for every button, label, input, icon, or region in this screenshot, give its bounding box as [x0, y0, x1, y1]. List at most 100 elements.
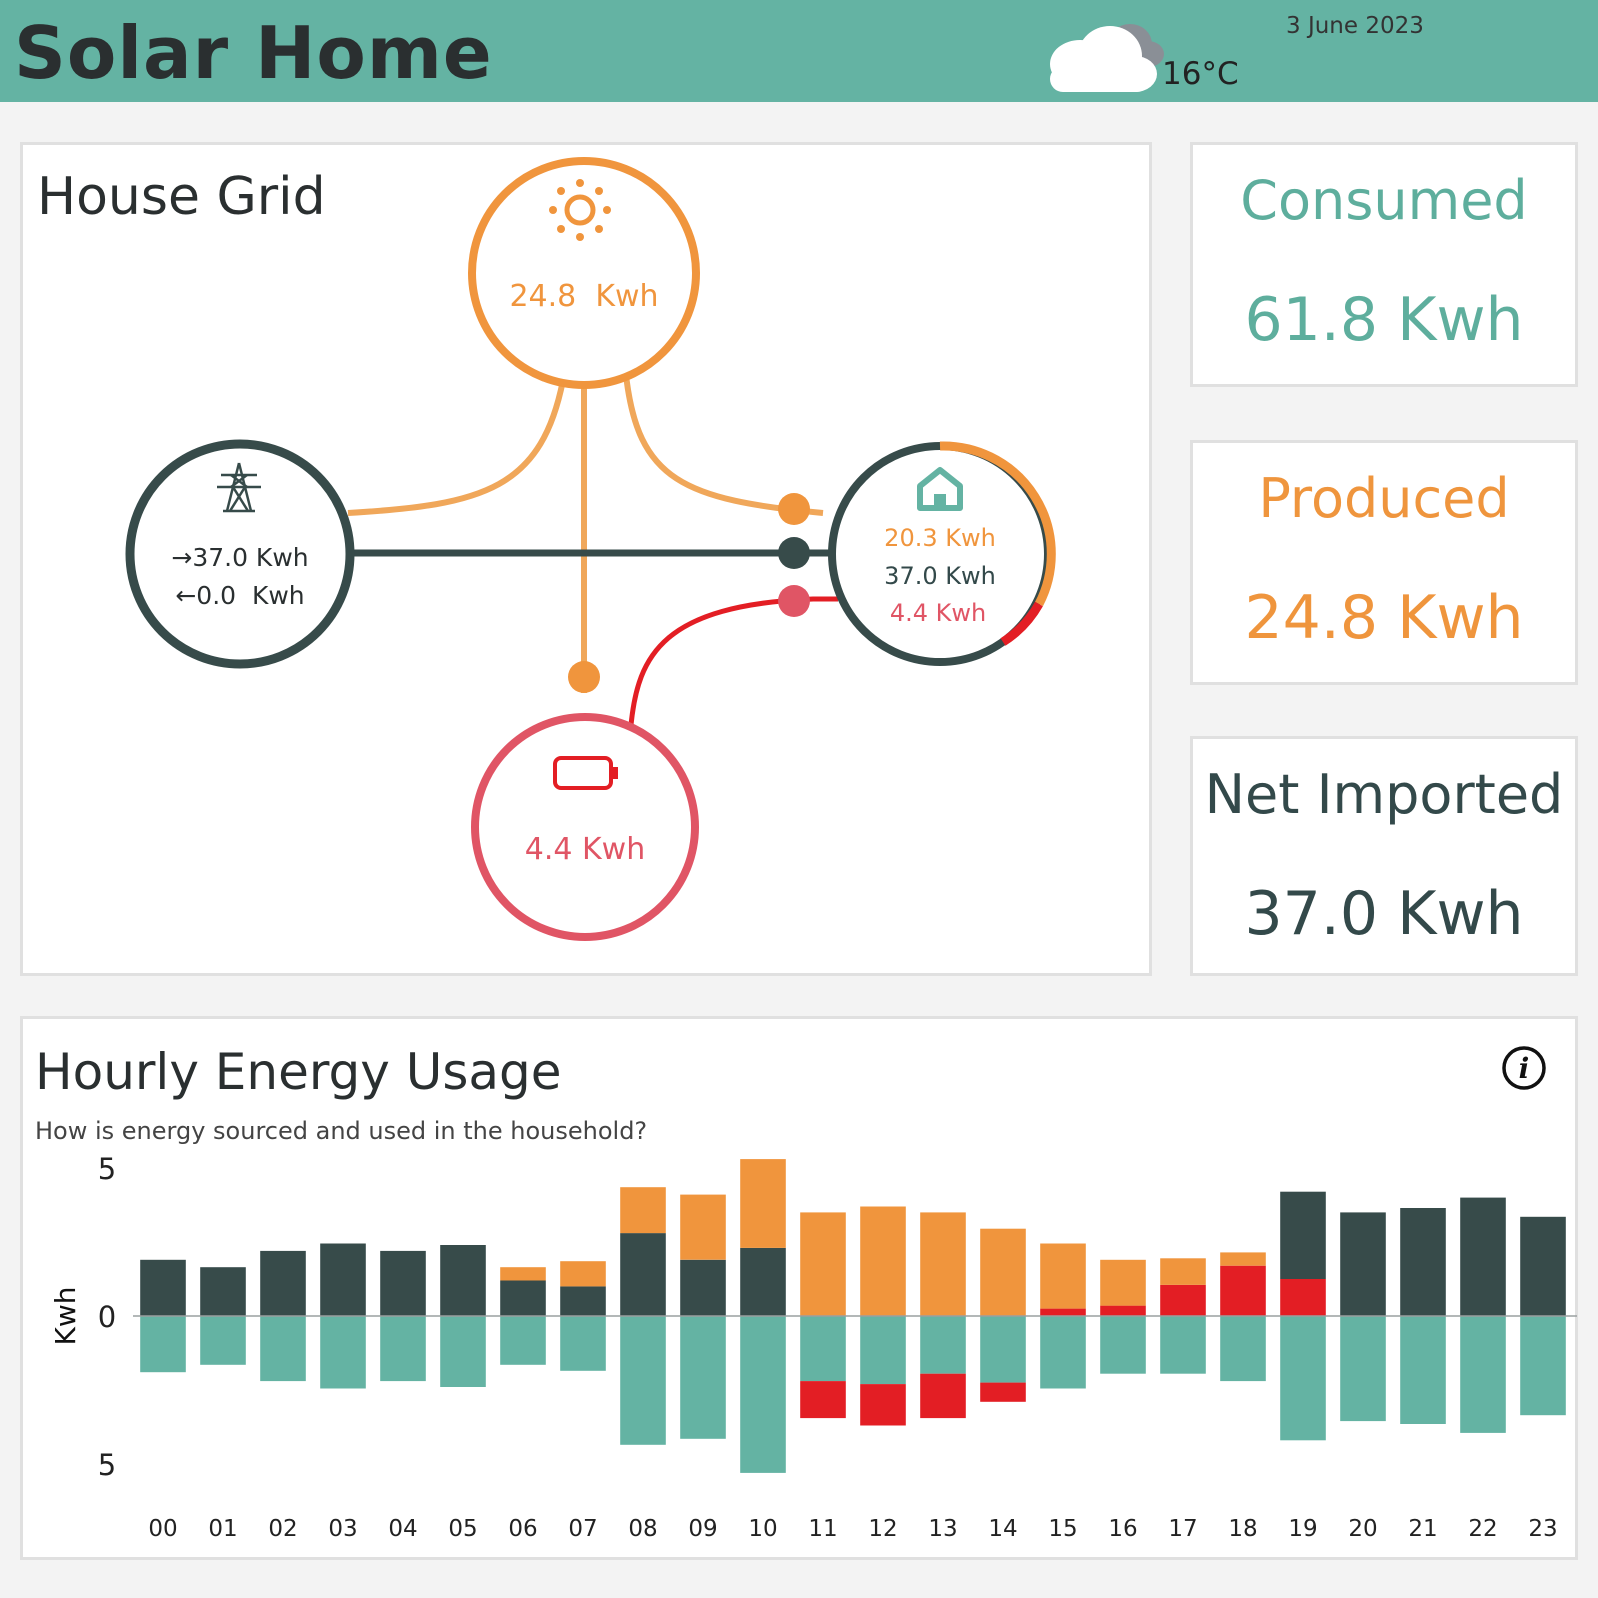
bar-05-s4 — [440, 1316, 486, 1387]
bar-20-s0 — [1340, 1212, 1386, 1316]
x-tick-label: 03 — [328, 1516, 357, 1542]
x-tick-label: 08 — [628, 1516, 657, 1542]
house-grid-panel: 24.8 Kwh →37.0 Kwh ←0.0 Kwh 20.3 Kwh 37.… — [20, 142, 1152, 976]
bar-22-s0 — [1460, 1197, 1506, 1316]
net-imported-card: Net Imported 37.0 Kwh — [1190, 736, 1578, 976]
bar-01-s4 — [200, 1316, 246, 1365]
bar-12-s3 — [860, 1206, 906, 1316]
x-tick-label: 23 — [1528, 1516, 1557, 1542]
solar-to-grid-line — [347, 374, 567, 516]
bar-02-s0 — [260, 1250, 306, 1316]
bar-15-s4 — [1040, 1316, 1086, 1389]
bar-12-s5 — [860, 1384, 906, 1426]
battery-value: 4.4 Kwh — [525, 832, 645, 867]
bar-09-s3 — [680, 1194, 726, 1260]
date-label: 3 June 2023 — [1286, 13, 1424, 39]
bar-16-s4 — [1100, 1316, 1146, 1374]
solar-value: 24.8 Kwh — [509, 279, 658, 314]
bar-07-s0 — [560, 1286, 606, 1316]
x-tick-label: 15 — [1048, 1516, 1077, 1542]
x-tick-label: 04 — [388, 1516, 417, 1542]
bar-23-s0 — [1520, 1216, 1566, 1316]
grid-imported: →37.0 Kwh — [171, 543, 308, 572]
bar-13-s4 — [920, 1316, 966, 1374]
bar-08-s3 — [620, 1187, 666, 1234]
x-tick-label: 14 — [988, 1516, 1017, 1542]
consumed-label: Consumed — [1240, 169, 1528, 232]
solar-home-dot — [778, 493, 810, 525]
bar-04-s0 — [380, 1250, 426, 1316]
y-tick-label: 0 — [98, 1300, 116, 1334]
bar-18-s4 — [1220, 1316, 1266, 1382]
bar-15-s3 — [1040, 1243, 1086, 1309]
bar-07-s4 — [560, 1316, 606, 1371]
bar-01-s0 — [200, 1267, 246, 1316]
produced-value: 24.8 Kwh — [1244, 583, 1524, 653]
bar-03-s0 — [320, 1243, 366, 1316]
bar-17-s3 — [1160, 1258, 1206, 1285]
solar-node — [468, 157, 700, 389]
x-tick-label: 07 — [568, 1516, 597, 1542]
energy-flow-diagram: 24.8 Kwh →37.0 Kwh ←0.0 Kwh 20.3 Kwh 37.… — [125, 157, 1056, 941]
bar-06-s4 — [500, 1316, 546, 1365]
grid-exported: ←0.0 Kwh — [175, 581, 304, 610]
x-tick-label: 20 — [1348, 1516, 1377, 1542]
house-grid-title: House Grid — [37, 167, 326, 227]
header-bar: Solar Home 16°C 3 June 2023 — [0, 0, 1598, 102]
hourly-usage-panel: Hourly Energy Usage How is energy source… — [20, 1016, 1578, 1560]
produced-label: Produced — [1258, 467, 1510, 530]
home-from-solar: 20.3 Kwh — [884, 524, 996, 552]
x-tick-label: 16 — [1108, 1516, 1137, 1542]
bar-13-s3 — [920, 1212, 966, 1316]
x-tick-label: 09 — [688, 1516, 717, 1542]
x-tick-label: 21 — [1408, 1516, 1437, 1542]
bar-10-s3 — [740, 1159, 786, 1248]
bar-02-s4 — [260, 1316, 306, 1382]
bar-10-s4 — [740, 1316, 786, 1473]
bar-14-s3 — [980, 1228, 1026, 1316]
hourly-bar-chart: 505Kwh00 01 02 03 04 05 06 07 08 09 10 11 12 13 14 15 16… — [49, 1152, 1577, 1542]
bar-11-s3 — [800, 1212, 846, 1316]
bar-17-s1 — [1160, 1284, 1206, 1316]
bar-16-s1 — [1100, 1305, 1146, 1316]
bar-04-s4 — [380, 1316, 426, 1382]
bar-13-s5 — [920, 1373, 966, 1419]
home-from-battery: 4.4 Kwh — [890, 599, 986, 627]
bar-14-s5 — [980, 1382, 1026, 1402]
home-from-grid: 37.0 Kwh — [884, 562, 996, 590]
consumed-value: 61.8 Kwh — [1244, 285, 1524, 355]
cloud-icon — [1050, 24, 1164, 92]
grid-home-dot — [778, 537, 810, 569]
bar-12-s4 — [860, 1316, 906, 1385]
bar-19-s2 — [1280, 1191, 1326, 1279]
x-tick-label: 19 — [1288, 1516, 1317, 1542]
bar-23-s4 — [1520, 1316, 1566, 1416]
bar-19-s1 — [1280, 1279, 1326, 1316]
x-tick-label: 17 — [1168, 1516, 1197, 1542]
consumed-card: Consumed 61.8 Kwh — [1190, 142, 1578, 387]
bar-11-s4 — [800, 1316, 846, 1382]
x-tick-label: 06 — [508, 1516, 537, 1542]
bar-08-s0 — [620, 1233, 666, 1316]
bar-10-s0 — [740, 1247, 786, 1316]
x-tick-label: 00 — [148, 1516, 177, 1542]
battery-to-home-line — [628, 596, 838, 726]
x-tick-label: 12 — [868, 1516, 897, 1542]
y-tick-label: 5 — [98, 1448, 116, 1482]
y-tick-label: 5 — [98, 1152, 116, 1186]
bar-17-s4 — [1160, 1316, 1206, 1374]
bar-14-s4 — [980, 1316, 1026, 1383]
bar-21-s4 — [1400, 1316, 1446, 1424]
net-imported-label: Net Imported — [1204, 763, 1564, 826]
x-tick-label: 11 — [808, 1516, 837, 1542]
temperature-readout: 16°C — [1162, 56, 1239, 92]
bar-18-s3 — [1220, 1252, 1266, 1266]
bar-18-s1 — [1220, 1265, 1266, 1316]
battery-node — [471, 713, 699, 941]
bar-09-s0 — [680, 1259, 726, 1316]
bar-00-s4 — [140, 1316, 186, 1373]
x-tick-label: 13 — [928, 1516, 957, 1542]
bar-09-s4 — [680, 1316, 726, 1439]
solar-battery-dot — [568, 661, 600, 693]
bar-15-s1 — [1040, 1308, 1086, 1316]
